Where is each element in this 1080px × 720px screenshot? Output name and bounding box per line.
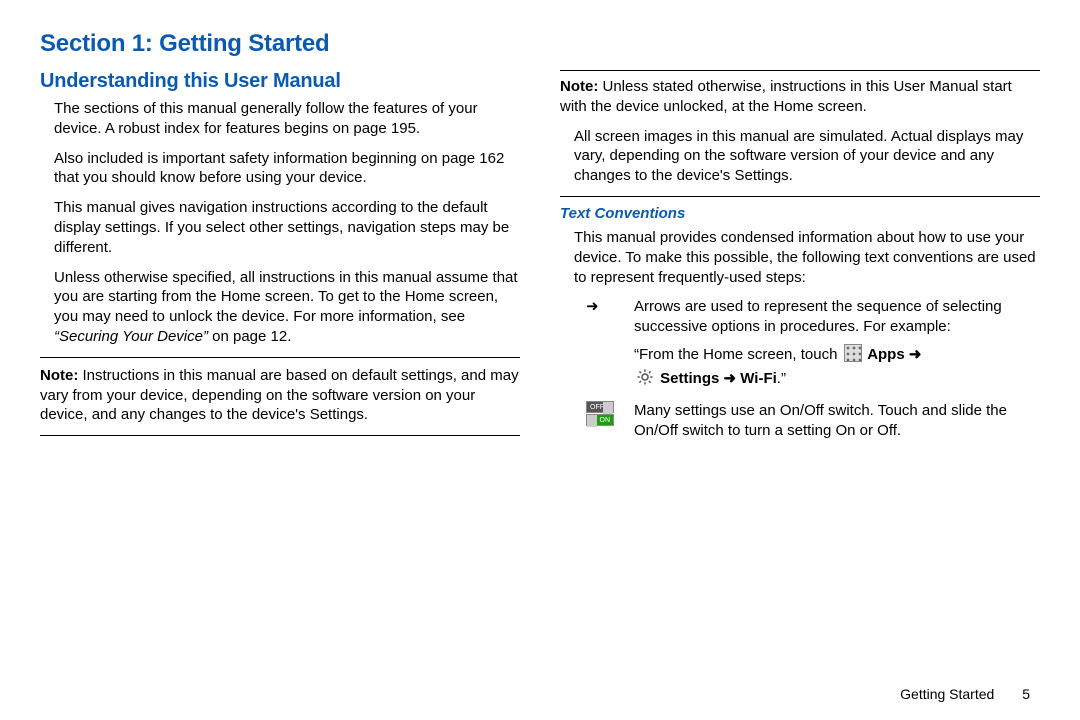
right-column: Note: Unless stated otherwise, instructi… bbox=[560, 70, 1040, 451]
settings-label: Settings bbox=[656, 370, 724, 387]
paragraph: Also included is important safety inform… bbox=[54, 149, 520, 189]
paragraph: This manual gives navigation instruction… bbox=[54, 198, 520, 257]
convention-row-switch: OFF ON Many settings use an On/Off switc… bbox=[560, 401, 1040, 441]
note-text: Unless stated otherwise, instructions in… bbox=[560, 78, 1012, 115]
paragraph: The sections of this manual generally fo… bbox=[54, 99, 520, 139]
subheading-understanding: Understanding this User Manual bbox=[40, 70, 520, 93]
two-column-layout: Understanding this User Manual The secti… bbox=[40, 70, 1040, 451]
note-label: Note: bbox=[40, 367, 78, 384]
arrow-symbol: ➜ bbox=[586, 297, 620, 337]
switch-off-label: OFF bbox=[586, 401, 614, 413]
divider bbox=[560, 196, 1040, 197]
footer-chapter: Getting Started bbox=[900, 686, 994, 702]
apps-grid-icon bbox=[844, 344, 862, 362]
convention-text: Many settings use an On/Off switch. Touc… bbox=[634, 401, 1040, 441]
apps-label: Apps bbox=[864, 346, 909, 363]
text-run: .” bbox=[777, 370, 786, 387]
arrow-icon: ➜ bbox=[724, 370, 737, 387]
text-run: Unless otherwise specified, all instruct… bbox=[54, 269, 518, 326]
manual-page: Section 1: Getting Started Understanding… bbox=[0, 0, 1080, 720]
text-run: “From the Home screen, touch bbox=[634, 346, 842, 363]
divider bbox=[40, 357, 520, 358]
divider bbox=[560, 70, 1040, 71]
wifi-label: Wi-Fi bbox=[736, 370, 777, 387]
footer-page-number: 5 bbox=[1022, 686, 1030, 702]
convention-text: Arrows are used to represent the sequenc… bbox=[634, 297, 1040, 337]
left-column: Understanding this User Manual The secti… bbox=[40, 70, 520, 451]
cross-reference: “Securing Your Device” bbox=[54, 328, 208, 345]
convention-row-arrow: ➜ Arrows are used to represent the seque… bbox=[560, 297, 1040, 337]
switch-on-label: ON bbox=[586, 414, 614, 426]
note-text: Instructions in this manual are based on… bbox=[40, 367, 519, 424]
note-block: Note: Unless stated otherwise, instructi… bbox=[560, 77, 1040, 117]
note-label: Note: bbox=[560, 78, 598, 95]
text-run: on page 12. bbox=[208, 328, 291, 345]
paragraph: Unless otherwise specified, all instruct… bbox=[54, 268, 520, 347]
subheading-text-conventions: Text Conventions bbox=[560, 205, 1040, 222]
paragraph: All screen images in this manual are sim… bbox=[560, 127, 1040, 186]
page-footer: Getting Started 5 bbox=[900, 686, 1030, 702]
onoff-switch-icon: OFF ON bbox=[586, 401, 620, 441]
arrow-icon: ➜ bbox=[909, 346, 922, 363]
section-title: Section 1: Getting Started bbox=[40, 30, 1040, 58]
settings-gear-icon bbox=[636, 368, 654, 386]
convention-example: “From the Home screen, touch Apps ➜ Sett… bbox=[560, 343, 1040, 391]
note-block: Note: Instructions in this manual are ba… bbox=[40, 366, 520, 425]
paragraph: This manual provides condensed informati… bbox=[560, 228, 1040, 287]
divider bbox=[40, 435, 520, 436]
